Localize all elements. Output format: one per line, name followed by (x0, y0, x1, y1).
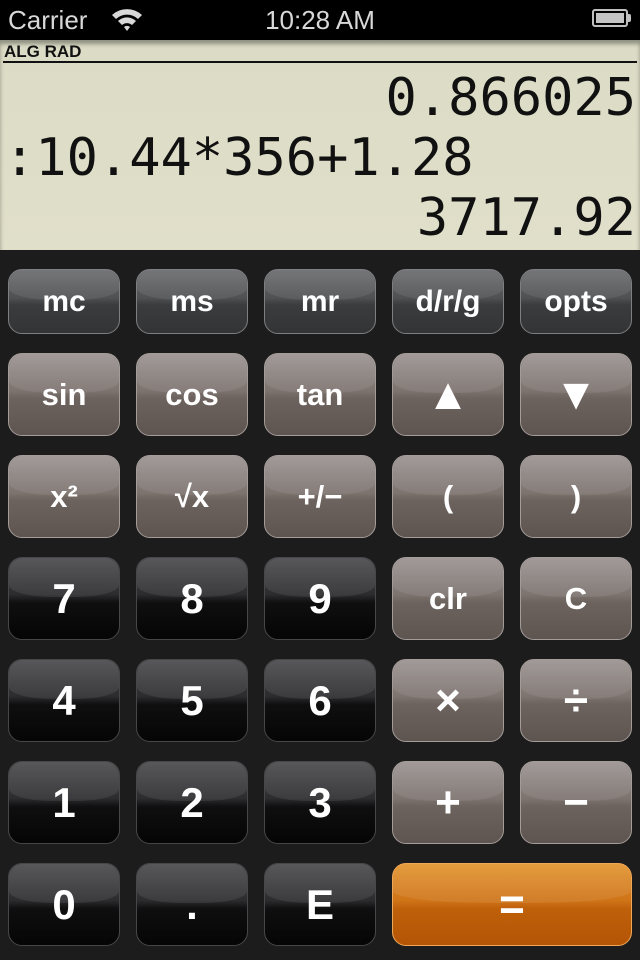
digit-0-label: 0 (52, 880, 76, 928)
square-button[interactable]: x² (8, 455, 120, 538)
tan-label: tan (296, 376, 344, 412)
digit-5-label: 5 (180, 676, 204, 724)
multiply-label: × (435, 675, 461, 725)
digit-1-button[interactable]: 1 (8, 761, 120, 844)
digit-1-label: 1 (52, 778, 76, 826)
divide-button[interactable]: ÷ (520, 659, 632, 742)
mode-divider (3, 61, 637, 63)
clear-entry-button[interactable]: C (520, 557, 632, 640)
clear-all-button[interactable]: clr (392, 557, 504, 640)
digit-2-button[interactable]: 2 (136, 761, 248, 844)
memory-recall-button[interactable]: mr (264, 269, 376, 334)
square-root-label: √x (174, 478, 210, 514)
subtract-label: − (563, 777, 589, 827)
angle-mode-label: d/r/g (415, 284, 481, 318)
previous-result: 0.866025 (385, 68, 636, 128)
negate-label: +/− (297, 478, 343, 514)
multiply-button[interactable]: × (392, 659, 504, 742)
angle-mode-button[interactable]: d/r/g (392, 269, 504, 334)
divide-label: ÷ (563, 675, 589, 725)
close-paren-button[interactable]: ) (520, 455, 632, 538)
close-paren-label: ) (570, 478, 582, 514)
battery-tip (628, 14, 631, 22)
memory-clear-button[interactable]: mc (8, 269, 120, 334)
digit-4-label: 4 (52, 676, 76, 724)
keypad: mc ms mr d/r/g opts sin cos tan ▲ ▼ x² √x +/− () 7 8 9 cl… (0, 250, 640, 960)
memory-recall-label: mr (300, 284, 340, 318)
digit-3-button[interactable]: 3 (264, 761, 376, 844)
digit-3-label: 3 (308, 778, 332, 826)
digit-6-button[interactable]: 6 (264, 659, 376, 742)
digit-4-button[interactable]: 4 (8, 659, 120, 742)
expression-line: :10.44*356+1.28 (4, 128, 474, 188)
exponent-button[interactable]: E (264, 863, 376, 946)
digit-7-button[interactable]: 7 (8, 557, 120, 640)
battery-icon (592, 9, 628, 27)
digit-8-button[interactable]: 8 (136, 557, 248, 640)
calculator-display: ALG RAD 0.866025 :10.44*356+1.28 3717.92 (0, 40, 640, 250)
digit-6-label: 6 (308, 676, 332, 724)
digit-2-label: 2 (180, 778, 204, 826)
digit-9-button[interactable]: 9 (264, 557, 376, 640)
subtract-button[interactable]: − (520, 761, 632, 844)
memory-clear-label: mc (42, 284, 86, 318)
digit-7-label: 7 (52, 574, 76, 622)
clock: 10:28 AM (265, 5, 375, 35)
cos-button[interactable]: cos (136, 353, 248, 436)
negate-button[interactable]: +/− (264, 455, 376, 538)
mode-indicator: ALG RAD (4, 42, 82, 61)
decimal-point-label: . (186, 880, 198, 928)
options-label: opts (544, 284, 608, 318)
clear-entry-label: C (564, 580, 588, 616)
open-paren-button[interactable]: ( (392, 455, 504, 538)
add-button[interactable]: + (392, 761, 504, 844)
triangle-up-icon: ▲ (426, 369, 470, 419)
open-paren-label: ( (442, 478, 454, 514)
sin-button[interactable]: sin (8, 353, 120, 436)
digit-9-label: 9 (308, 574, 332, 622)
sin-label: sin (41, 376, 87, 412)
cos-label: cos (165, 376, 219, 412)
memory-store-button[interactable]: ms (136, 269, 248, 334)
current-result: 3717.92 (416, 188, 636, 248)
square-label: x² (50, 478, 78, 514)
digit-0-button[interactable]: 0 (8, 863, 120, 946)
triangle-down-icon: ▼ (554, 369, 598, 419)
add-label: + (435, 777, 461, 827)
square-root-button[interactable]: √x (136, 455, 248, 538)
exponent-label: E (305, 880, 334, 928)
scroll-down-button[interactable]: ▼ (520, 353, 632, 436)
memory-store-label: ms (170, 284, 214, 318)
tan-button[interactable]: tan (264, 353, 376, 436)
digit-5-button[interactable]: 5 (136, 659, 248, 742)
scroll-up-button[interactable]: ▲ (392, 353, 504, 436)
decimal-point-button[interactable]: . (136, 863, 248, 946)
equals-label: = (499, 879, 525, 929)
digit-8-label: 8 (180, 574, 204, 622)
status-bar: Carrier 10:28 AM (0, 0, 640, 40)
options-button[interactable]: opts (520, 269, 632, 334)
clear-all-label: clr (429, 580, 467, 616)
equals-button[interactable]: = (392, 863, 632, 946)
